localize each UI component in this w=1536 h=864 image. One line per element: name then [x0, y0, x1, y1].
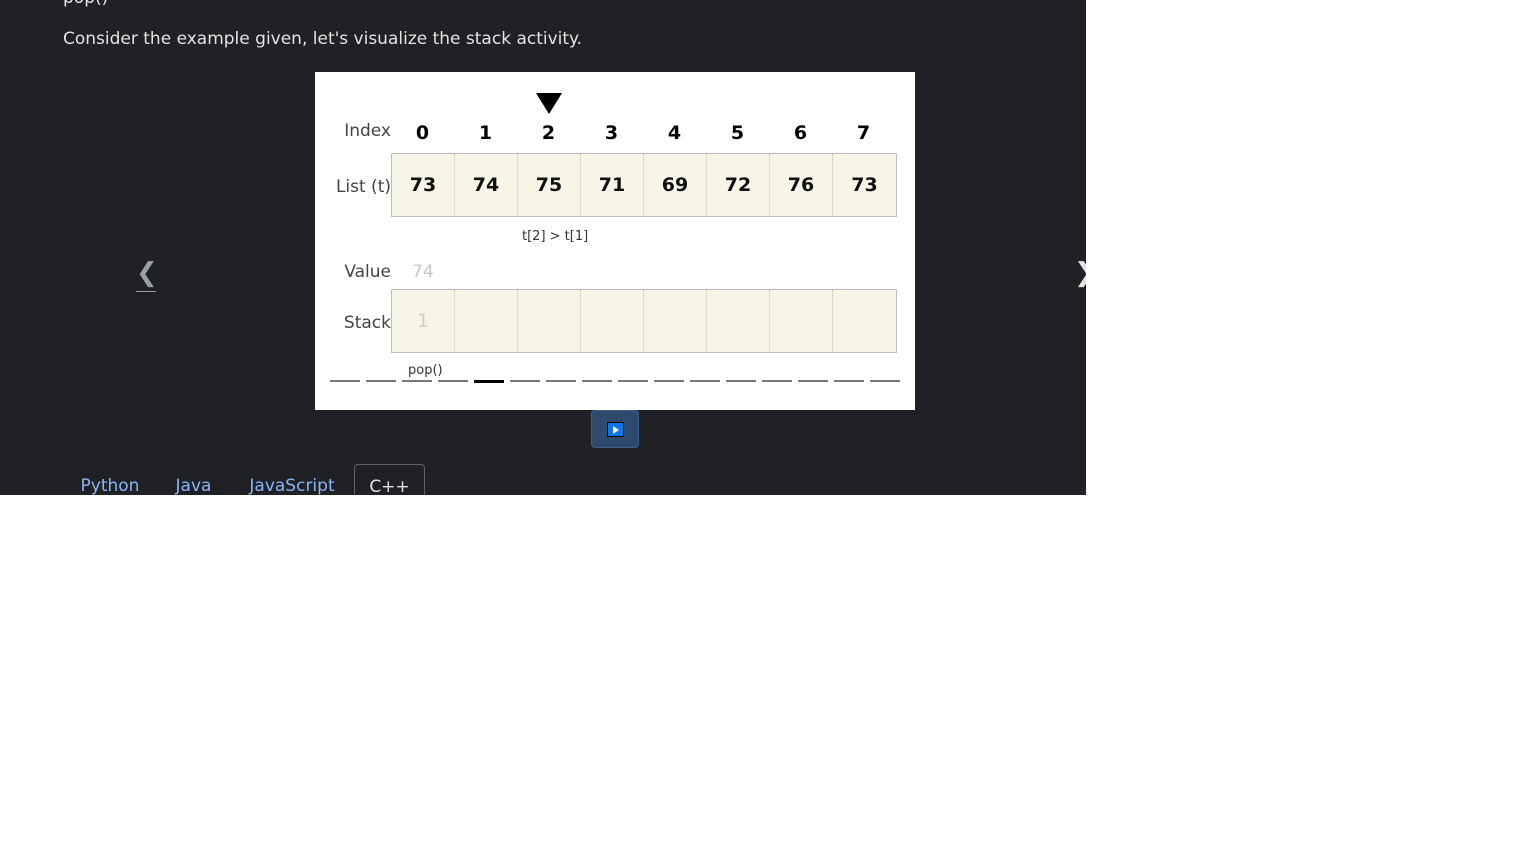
- index-label: 1: [478, 122, 493, 144]
- intro-paragraph: Consider the example given, let's visual…: [63, 29, 583, 49]
- stack-cell: [707, 290, 770, 352]
- next-slide-button[interactable]: ❯: [1074, 255, 1086, 291]
- list-cell: 73: [392, 154, 455, 216]
- stack-cell: [644, 290, 707, 352]
- list-row-label: List (t): [335, 177, 391, 197]
- stack-cell: [455, 290, 518, 352]
- list-cell: 69: [644, 154, 707, 216]
- value-row-label: Value: [344, 262, 391, 282]
- index-label: 0: [415, 122, 430, 144]
- content-panel: pop() Consider the example given, let's …: [0, 0, 1086, 495]
- chevron-left-icon: ❮: [136, 258, 158, 288]
- stack-cell: [581, 290, 644, 352]
- stack-visualization: Index 0 1 2 3 4 5 6 7 List (t) 73 74 75 …: [315, 72, 915, 410]
- progress-step[interactable]: [546, 380, 576, 382]
- step-progress-bar: [330, 380, 902, 384]
- list-cell: 74: [455, 154, 518, 216]
- index-label: 5: [730, 122, 745, 144]
- play-icon: [607, 422, 624, 437]
- index-label: 3: [604, 122, 619, 144]
- progress-step[interactable]: [762, 380, 792, 382]
- stack-cell: [770, 290, 833, 352]
- step-operation-label: pop(): [408, 363, 443, 378]
- progress-step[interactable]: [474, 380, 504, 383]
- list-cell: 76: [770, 154, 833, 216]
- progress-step[interactable]: [690, 380, 720, 382]
- progress-step[interactable]: [870, 380, 900, 382]
- tab-javascript[interactable]: JavaScript: [230, 464, 354, 495]
- progress-step[interactable]: [366, 380, 396, 382]
- list-array: 73 74 75 71 69 72 76 73: [391, 153, 897, 217]
- stack-row-label: Stack: [343, 313, 391, 333]
- cut-off-text: pop(): [63, 0, 108, 8]
- current-value: 74: [412, 262, 434, 282]
- play-button[interactable]: [591, 410, 639, 448]
- progress-step[interactable]: [798, 380, 828, 382]
- list-cell: 75: [518, 154, 581, 216]
- previous-slide-button[interactable]: ❮: [136, 255, 158, 292]
- list-cell: 73: [851, 174, 878, 196]
- stack-cell: 1: [392, 290, 455, 352]
- index-label: 4: [667, 122, 682, 144]
- progress-step[interactable]: [726, 380, 756, 382]
- current-index-pointer-icon: [536, 93, 562, 114]
- progress-step[interactable]: [402, 380, 432, 382]
- progress-step[interactable]: [654, 380, 684, 382]
- progress-step[interactable]: [438, 380, 468, 382]
- index-row: 0 1 2 3 4 5 6 7: [391, 122, 897, 148]
- progress-step[interactable]: [330, 380, 360, 382]
- progress-step[interactable]: [834, 380, 864, 382]
- progress-step[interactable]: [618, 380, 648, 382]
- tab-java[interactable]: Java: [157, 464, 230, 495]
- comparison-caption: t[2] > t[1]: [522, 229, 589, 244]
- progress-step[interactable]: [510, 380, 540, 382]
- tab-python[interactable]: Python: [63, 464, 157, 495]
- index-label: 7: [856, 122, 871, 144]
- list-cell: 72: [707, 154, 770, 216]
- chevron-right-icon: ❯: [1074, 258, 1086, 288]
- tab-cpp[interactable]: C++: [354, 464, 425, 495]
- index-row-label: Index: [344, 121, 391, 141]
- index-label: 2: [541, 122, 556, 144]
- stack-cell: [518, 290, 581, 352]
- stack-cell: [833, 290, 896, 352]
- list-cell: 71: [581, 154, 644, 216]
- progress-step[interactable]: [582, 380, 612, 382]
- index-label: 6: [793, 122, 808, 144]
- stack-array: 1: [391, 289, 897, 353]
